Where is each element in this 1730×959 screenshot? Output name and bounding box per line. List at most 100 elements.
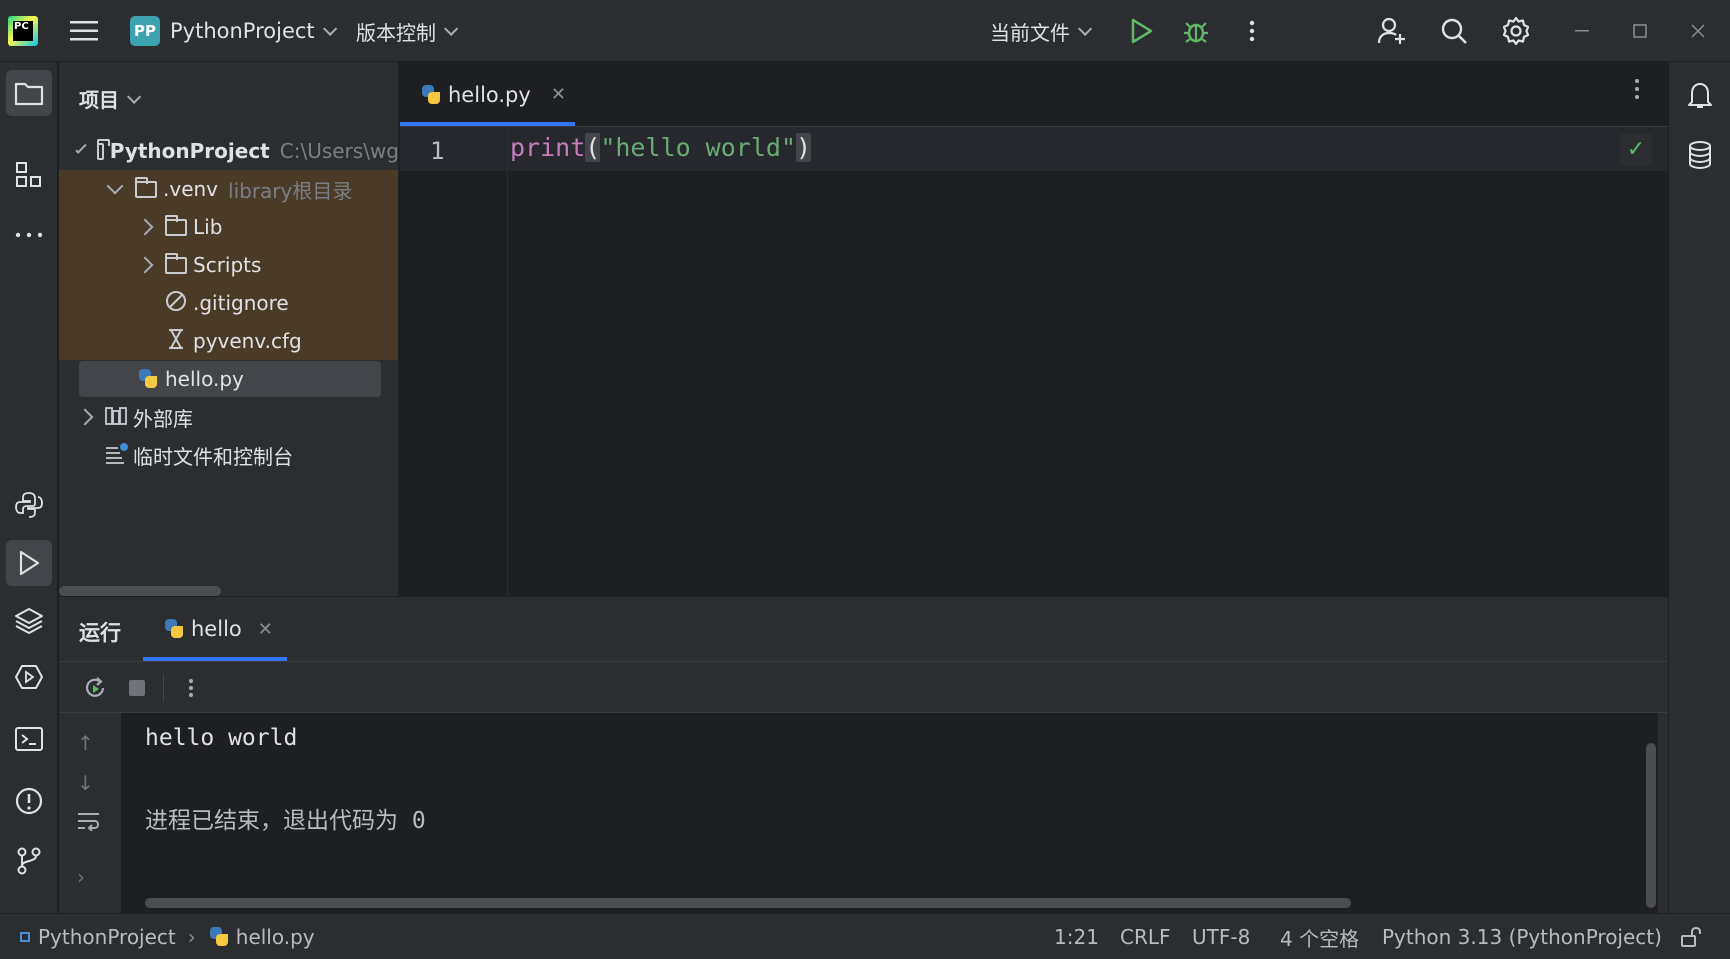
run-tool-button[interactable] <box>6 540 52 586</box>
rerun-icon[interactable] <box>79 672 111 704</box>
chevron-down-icon <box>444 21 459 36</box>
pycharm-logo-icon[interactable]: PC <box>8 0 40 62</box>
python-file-icon <box>420 84 442 106</box>
more-vertical-icon[interactable] <box>1232 0 1272 62</box>
chevron-right-icon[interactable] <box>136 218 154 236</box>
console-side-toolbar: ↑ ↓ › <box>59 713 121 914</box>
close-icon[interactable]: ✕ <box>258 619 273 640</box>
tree-item-label: pyvenv.cfg <box>193 329 302 353</box>
run-tab-hello[interactable]: hello ✕ <box>163 597 273 661</box>
close-icon[interactable] <box>1678 0 1718 62</box>
gear-icon[interactable] <box>1496 0 1536 62</box>
maximize-icon[interactable] <box>1620 0 1660 62</box>
chevron-right-icon[interactable] <box>76 408 94 426</box>
code-paren-close: ) <box>796 133 812 162</box>
chevron-right-icon[interactable]: › <box>77 865 85 889</box>
code-line[interactable]: print("hello world") <box>510 133 812 162</box>
chevron-down-icon <box>127 89 142 104</box>
module-icon <box>20 932 30 942</box>
run-config-selector[interactable]: 当前文件 <box>990 0 1093 62</box>
tree-item-hello-py[interactable]: hello.py <box>59 360 398 398</box>
horizontal-scrollbar[interactable] <box>145 898 1351 908</box>
tree-item-label: .gitignore <box>193 291 289 315</box>
vcs-menu[interactable]: 版本控制 <box>356 0 459 62</box>
stop-icon[interactable] <box>121 672 153 704</box>
tree-item-label: Scripts <box>193 253 262 277</box>
minimize-icon[interactable] <box>1562 0 1602 62</box>
layers-icon[interactable] <box>6 598 52 644</box>
tree-item-pythonproject[interactable]: PythonProject C:\Users\wg <box>59 132 398 170</box>
close-icon[interactable]: ✕ <box>551 84 566 105</box>
project-tool-button[interactable] <box>6 70 52 116</box>
code-editor[interactable]: 1 print("hello world") ✓ <box>400 127 1668 596</box>
code-paren-open: ( <box>585 133 601 162</box>
tree-item-scratches[interactable]: 临时文件和控制台 <box>59 436 398 474</box>
add-user-icon[interactable] <box>1372 0 1412 62</box>
project-switcher[interactable]: PP PythonProject <box>130 0 337 62</box>
arrow-up-icon[interactable]: ↑ <box>77 731 94 755</box>
toolbar-divider <box>163 674 164 702</box>
tree-item-label: Lib <box>193 215 223 239</box>
inspection-ok-icon[interactable]: ✓ <box>1620 133 1652 165</box>
project-panel: 项目 PythonProject C:\Users\wg .venv libra… <box>59 62 399 596</box>
tree-item-label: 外部库 <box>133 406 193 431</box>
run-icon[interactable] <box>1122 0 1162 62</box>
git-branch-icon[interactable] <box>6 838 52 884</box>
tree-item-gitignore[interactable]: .gitignore <box>59 284 398 322</box>
run-panel-title: 运行 <box>79 621 121 645</box>
database-icon[interactable] <box>1677 132 1723 178</box>
tree-item-external-libraries[interactable]: 外部库 <box>59 398 398 436</box>
run-config-label: 当前文件 <box>990 20 1070 45</box>
tree-item-venv[interactable]: .venv library根目录 <box>59 170 398 208</box>
chevron-down-icon[interactable] <box>106 177 124 195</box>
code-function: print <box>510 133 586 162</box>
python-file-icon <box>137 368 159 390</box>
breadcrumb: PythonProject › hello.py <box>20 914 315 959</box>
breadcrumb-file[interactable]: hello.py <box>236 925 315 949</box>
problems-icon[interactable] <box>6 778 52 824</box>
notifications-icon[interactable] <box>1677 72 1723 118</box>
services-icon[interactable] <box>6 654 52 700</box>
tree-item-pyvenv-cfg[interactable]: pyvenv.cfg <box>59 322 398 360</box>
tab-hello-py[interactable]: hello.py ✕ <box>420 62 566 127</box>
chevron-right-icon[interactable] <box>136 256 154 274</box>
debug-icon[interactable] <box>1176 0 1216 62</box>
horizontal-scrollbar[interactable] <box>59 586 221 596</box>
folder-icon <box>135 176 157 198</box>
line-separator[interactable]: CRLF <box>1120 914 1171 959</box>
tree-item-scripts[interactable]: Scripts <box>59 246 398 284</box>
console-line: 进程已结束，退出代码为 0 <box>145 808 426 834</box>
status-bar: PythonProject › hello.py 1:21 CRLF UTF-8… <box>0 913 1730 959</box>
terminal-icon[interactable] <box>6 716 52 762</box>
tab-label: hello.py <box>448 82 531 107</box>
chevron-down-icon <box>322 21 337 36</box>
indent-setting[interactable]: 4 个空格 <box>1280 914 1359 959</box>
more-vertical-icon[interactable] <box>1634 78 1640 106</box>
folder-icon <box>165 252 187 274</box>
file-encoding[interactable]: UTF-8 <box>1192 914 1250 959</box>
python-file-icon <box>208 926 230 948</box>
caret-position[interactable]: 1:21 <box>1054 914 1099 959</box>
structure-tool-button[interactable] <box>6 152 52 198</box>
tree-item-label: hello.py <box>165 367 244 391</box>
unlock-icon[interactable] <box>1680 914 1702 959</box>
python-console-icon[interactable] <box>6 482 52 528</box>
run-panel: 运行 hello ✕ ↑ ↓ › hello world 进程已结束，退出代码为… <box>59 596 1668 914</box>
vertical-scrollbar[interactable] <box>1646 743 1656 908</box>
more-vertical-icon[interactable] <box>175 672 207 704</box>
python-interpreter[interactable]: Python 3.13 (PythonProject) <box>1382 914 1662 959</box>
search-icon[interactable] <box>1434 0 1474 62</box>
arrow-down-icon[interactable]: ↓ <box>77 771 94 795</box>
tree-item-lib[interactable]: Lib <box>59 208 398 246</box>
scratches-icon <box>105 442 128 469</box>
library-icon <box>105 405 127 430</box>
console-output[interactable]: hello world 进程已结束，退出代码为 0 <box>121 713 1658 914</box>
breadcrumb-project[interactable]: PythonProject <box>38 925 176 949</box>
hamburger-menu-icon[interactable] <box>66 0 102 62</box>
project-panel-header[interactable]: 项目 <box>79 84 142 113</box>
chevron-down-icon[interactable] <box>75 142 87 154</box>
soft-wrap-icon[interactable] <box>77 811 101 836</box>
folder-icon <box>96 138 110 160</box>
tree-item-label: 临时文件和控制台 <box>133 444 293 469</box>
more-tools-icon[interactable] <box>6 212 52 258</box>
